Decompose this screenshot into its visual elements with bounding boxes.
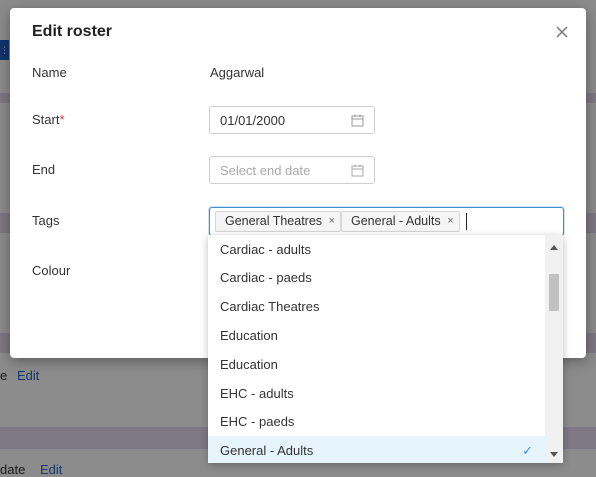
tag-chip: General - Adults × (341, 211, 460, 232)
scroll-down-icon[interactable] (550, 452, 558, 457)
remove-tag-icon[interactable]: × (329, 212, 335, 231)
start-date-value: 01/01/2000 (220, 113, 286, 128)
dropdown-option[interactable]: EHC - paeds (208, 407, 545, 436)
dropdown-scrollbar[interactable] (545, 235, 563, 463)
option-label: Cardiac - paeds (220, 270, 312, 285)
scrollbar-thumb[interactable] (549, 274, 559, 311)
dropdown-option[interactable]: Cardiac - adults (208, 235, 545, 264)
end-label: End (32, 162, 56, 177)
tags-dropdown: Cardiac - adults Cardiac - paeds Cardiac… (208, 235, 563, 463)
required-marker: * (59, 112, 65, 127)
tag-chip-label: General Theatres (225, 214, 323, 228)
option-label: General - Adults (220, 443, 314, 458)
end-date-field[interactable]: Select end date (209, 156, 375, 184)
name-label: Name (32, 65, 67, 80)
end-date-placeholder: Select end date (220, 163, 311, 178)
start-label: Start* (32, 112, 65, 127)
option-label: Cardiac Theatres (220, 299, 320, 314)
remove-tag-icon[interactable]: × (447, 212, 453, 231)
dropdown-option-selected[interactable]: General - Adults ✓ (208, 436, 545, 463)
dropdown-option[interactable]: Education (208, 350, 545, 379)
start-date-field[interactable]: 01/01/2000 (209, 106, 375, 134)
name-value: Aggarwal (210, 65, 265, 80)
scroll-up-icon[interactable] (550, 245, 558, 250)
dropdown-option[interactable]: Cardiac - paeds (208, 263, 545, 292)
tags-label: Tags (32, 213, 60, 228)
dropdown-option[interactable]: EHC - adults (208, 379, 545, 408)
tag-chip: General Theatres × (215, 211, 342, 232)
dialog-title: Edit roster (32, 23, 113, 40)
calendar-icon[interactable] (351, 114, 364, 127)
option-label: Education (220, 328, 278, 343)
option-label: Education (220, 357, 278, 372)
tag-chip-label: General - Adults (351, 214, 441, 228)
dropdown-option[interactable]: Education (208, 321, 545, 350)
colour-label: Colour (32, 263, 71, 278)
text-caret (466, 213, 467, 230)
option-label: Cardiac - adults (220, 242, 312, 257)
option-label: EHC - paeds (220, 414, 295, 429)
option-label: EHC - adults (220, 386, 294, 401)
tags-select[interactable]: General Theatres × General - Adults × (209, 207, 564, 236)
calendar-icon[interactable] (351, 164, 364, 177)
close-icon[interactable] (554, 24, 570, 40)
checkmark-icon: ✓ (522, 443, 533, 458)
start-label-text: Start (32, 112, 60, 127)
dropdown-option[interactable]: Cardiac Theatres (208, 292, 545, 321)
